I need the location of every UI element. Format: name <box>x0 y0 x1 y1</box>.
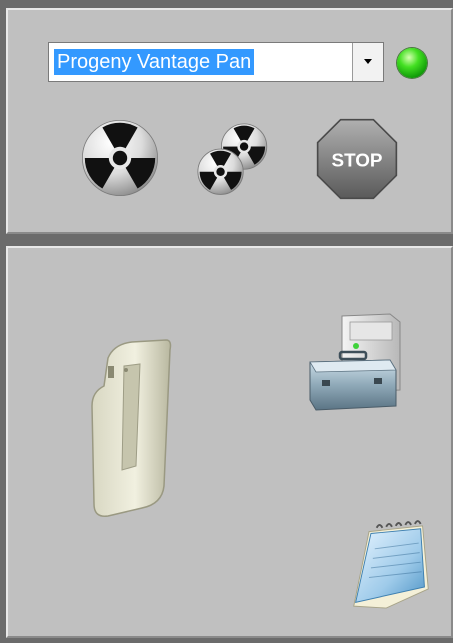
tools-panel <box>6 246 453 638</box>
stop-label: STOP <box>331 149 382 170</box>
notepad-icon[interactable] <box>348 520 434 612</box>
device-control-panel: Progeny Vantage Pan STOP <box>6 8 453 234</box>
toolbox-computer-icon[interactable] <box>304 310 414 420</box>
radiation-icon[interactable] <box>80 118 160 198</box>
xray-sensor-icon[interactable] <box>80 336 180 526</box>
device-select[interactable]: Progeny Vantage Pan <box>48 42 384 82</box>
stop-button[interactable]: STOP <box>316 118 398 200</box>
status-led-icon <box>397 48 427 78</box>
device-select-value[interactable]: Progeny Vantage Pan <box>54 49 255 75</box>
multi-radiation-icon[interactable] <box>192 118 276 202</box>
chevron-down-icon[interactable] <box>352 43 383 81</box>
